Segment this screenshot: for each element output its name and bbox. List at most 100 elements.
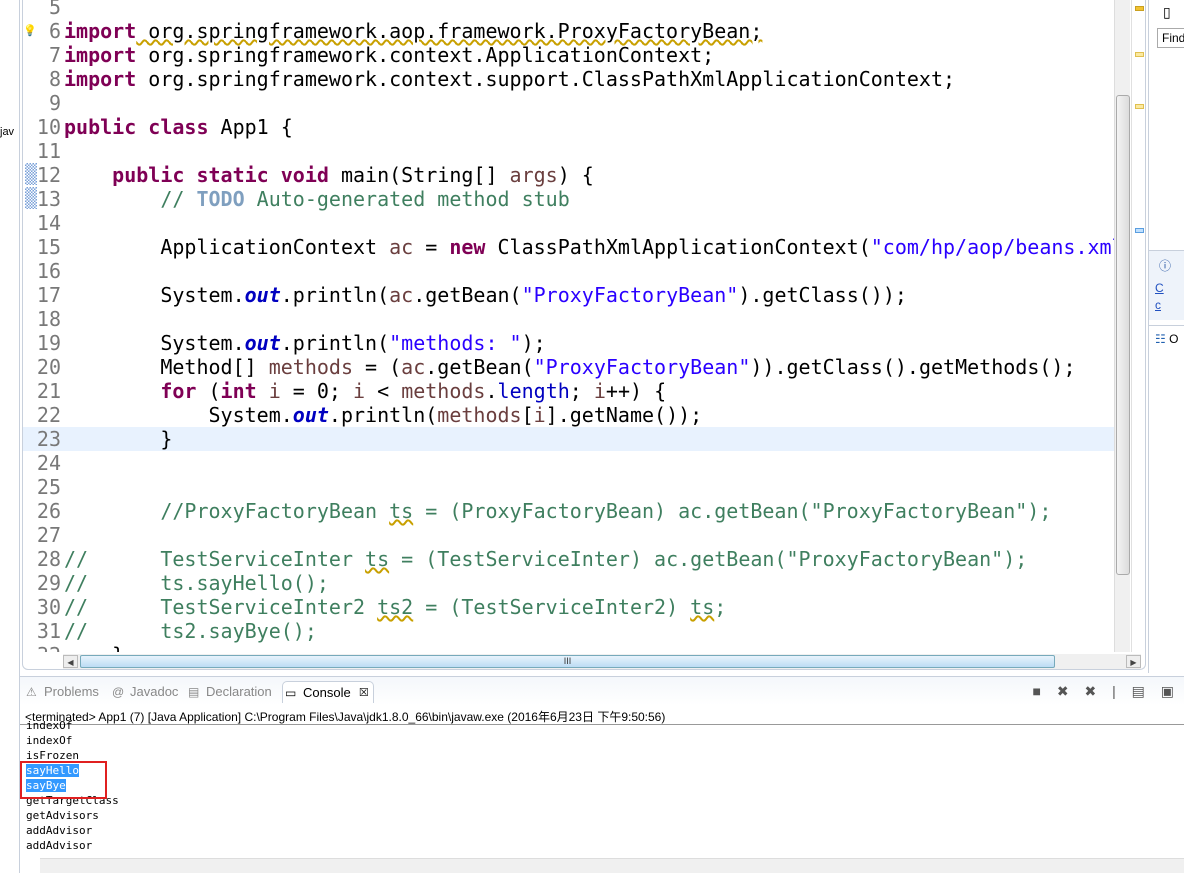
- code-text: Method[] methods = (ac.getBean("ProxyFac…: [64, 355, 1075, 379]
- outline-tab[interactable]: O: [1169, 332, 1178, 346]
- code-line[interactable]: 12 public static void main(String[] args…: [23, 163, 1114, 187]
- code-line[interactable]: 5: [23, 0, 1114, 19]
- line-number: 31: [36, 619, 61, 643]
- vertical-scroll-thumb[interactable]: [1116, 95, 1130, 575]
- line-number: 25: [36, 475, 61, 499]
- code-line[interactable]: 27: [23, 523, 1114, 547]
- line-number: 7: [48, 43, 61, 67]
- code-line[interactable]: 17 System.out.println(ac.getBean("ProxyF…: [23, 283, 1114, 307]
- line-number: 10: [36, 115, 61, 139]
- code-line[interactable]: 15 ApplicationContext ac = new ClassPath…: [23, 235, 1114, 259]
- code-text: System.out.println(methods[i].getName())…: [64, 403, 702, 427]
- code-line[interactable]: 29// ts.sayHello();: [23, 571, 1114, 595]
- line-number: 32: [23, 643, 61, 652]
- code-line[interactable]: 7 import org.springframework.context.Appl…: [23, 43, 1114, 67]
- code-line[interactable]: 16: [23, 259, 1114, 283]
- code-token: ;: [714, 595, 727, 619]
- code-line[interactable]: 8 import org.springframework.context.supp…: [23, 67, 1114, 91]
- tab-console[interactable]: ▭ Console ☒: [282, 681, 374, 703]
- code-text: //ProxyFactoryBean ts = (ProxyFactoryBea…: [64, 499, 1051, 523]
- scroll-left-arrow[interactable]: ◀: [63, 655, 78, 668]
- code-token: "ProxyFactoryBean": [533, 355, 751, 379]
- code-token: }: [64, 427, 173, 451]
- code-line[interactable]: 19 System.out.println("methods: ");: [23, 331, 1114, 355]
- code-token: length: [497, 379, 570, 403]
- code-token: .println(: [328, 403, 438, 427]
- occurrence-marker[interactable]: [1135, 228, 1144, 233]
- code-token: public static void: [112, 163, 329, 187]
- code-text: }: [64, 643, 124, 652]
- code-line[interactable]: 25: [23, 475, 1114, 499]
- code-line[interactable]: 21 for (int i = 0; i < methods.length; i…: [23, 379, 1114, 403]
- code-token: org.springframework.context.support.Clas…: [136, 67, 956, 91]
- tab-declaration[interactable]: ▤ Declaration: [186, 681, 272, 703]
- console-line[interactable]: addAdvisor: [26, 823, 119, 838]
- code-line[interactable]: 26 //ProxyFactoryBean ts = (ProxyFactory…: [23, 499, 1114, 523]
- code-line[interactable]: 11: [23, 139, 1114, 163]
- task-marker[interactable]: [1135, 104, 1144, 109]
- code-token: out: [244, 283, 281, 307]
- code-token: ;: [569, 379, 594, 403]
- code-line[interactable]: 18: [23, 307, 1114, 331]
- console-line[interactable]: indexOf: [26, 733, 119, 748]
- close-icon[interactable]: ☒: [359, 682, 369, 704]
- console-horizontal-scrollbar[interactable]: [40, 858, 1184, 873]
- horizontal-scrollbar[interactable]: ◀ III ▶: [63, 654, 1141, 669]
- code-text: public class App1 {: [64, 115, 293, 139]
- console-line-text: addAdvisor: [26, 839, 93, 852]
- code-line[interactable]: 20 Method[] methods = (ac.getBean("Proxy…: [23, 355, 1114, 379]
- line-number: 16: [36, 259, 61, 283]
- code-line[interactable]: 6 import org.springframework.aop.framewor…: [23, 19, 1114, 43]
- console-line[interactable]: indexOf: [26, 718, 119, 733]
- code-line[interactable]: 32 }: [23, 643, 1114, 652]
- console-line-text: addAdvisor: [26, 824, 93, 837]
- code-area[interactable]: 5 6 import org.springframework.aop.framewo…: [23, 0, 1114, 652]
- console-line[interactable]: getAdvisors: [26, 808, 119, 823]
- java-editor[interactable]: 5 6 import org.springframework.aop.framewo…: [22, 0, 1146, 670]
- line-number: 9: [48, 91, 61, 115]
- tab-javadoc[interactable]: @ Javadoc: [110, 681, 178, 703]
- code-line[interactable]: 13 // TODO Auto-generated method stub: [23, 187, 1114, 211]
- line-number: 27: [36, 523, 61, 547]
- info-link[interactable]: C: [1155, 281, 1164, 295]
- code-token: = (: [353, 355, 402, 379]
- code-token: import: [64, 67, 137, 91]
- info-link[interactable]: c: [1155, 298, 1161, 312]
- horizontal-scroll-thumb[interactable]: III: [80, 655, 1055, 668]
- code-line[interactable]: 9: [23, 91, 1114, 115]
- code-line[interactable]: 23 }: [23, 427, 1114, 451]
- console-status: <terminated> App1 (7) [Java Application]…: [25, 710, 666, 724]
- code-token: .getBean(: [413, 283, 522, 307]
- code-token: i: [593, 379, 606, 403]
- new-task-icon[interactable]: ▯: [1163, 4, 1171, 21]
- code-token: TODO: [196, 187, 245, 211]
- code-token: ) {: [557, 163, 594, 187]
- code-line[interactable]: 22 System.out.println(methods[i].getName…: [23, 403, 1114, 427]
- code-line[interactable]: 24: [23, 451, 1114, 475]
- code-token: System.: [64, 283, 245, 307]
- code-token: ClassPathXmlApplicationContext(: [485, 235, 871, 259]
- package-explorer-item[interactable]: jav: [0, 126, 14, 138]
- task-marker[interactable]: [1135, 52, 1144, 57]
- vertical-scrollbar[interactable]: [1114, 0, 1130, 652]
- scroll-right-arrow[interactable]: ▶: [1126, 655, 1141, 668]
- console-line[interactable]: addAdvisor: [26, 838, 119, 853]
- code-line[interactable]: 10 public class App1 {: [23, 115, 1114, 139]
- line-number: 30: [36, 595, 61, 619]
- code-text: import org.springframework.aop.framework…: [64, 19, 762, 43]
- code-token: = 0;: [280, 379, 354, 403]
- console-toolbar[interactable]: ■ ✖ ✖ | ▤ ▣: [1033, 683, 1180, 700]
- code-line[interactable]: 30// TestServiceInter2 ts2 = (TestServic…: [23, 595, 1114, 619]
- find-input[interactable]: Find: [1157, 28, 1184, 48]
- tab-problems[interactable]: ⚠ Problems: [24, 681, 99, 703]
- scroll-grip: III: [563, 656, 572, 666]
- code-token: // ts.sayHello();: [64, 571, 329, 595]
- code-token: //ProxyFactoryBean: [64, 499, 390, 523]
- quick-fix-warning-icon[interactable]: 💡: [23, 19, 37, 43]
- code-token: main(String[]: [328, 163, 510, 187]
- code-line[interactable]: 31// ts2.sayBye();: [23, 619, 1114, 643]
- code-line[interactable]: 14: [23, 211, 1114, 235]
- code-line[interactable]: 28// TestServiceInter ts = (TestServiceI…: [23, 547, 1114, 571]
- warning-marker[interactable]: [1135, 6, 1144, 11]
